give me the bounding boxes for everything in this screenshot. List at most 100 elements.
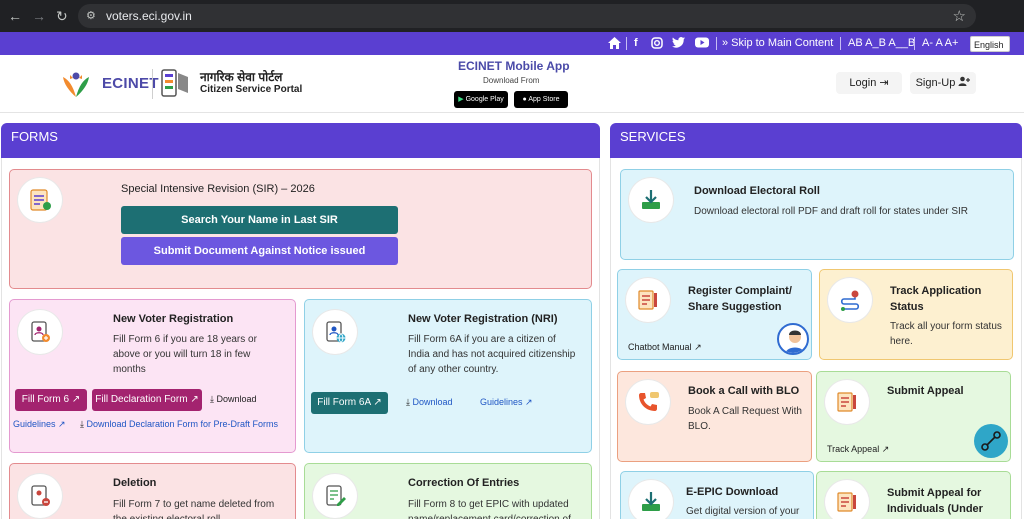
url-text: voters.eci.gov.in <box>106 9 192 23</box>
login-button[interactable]: Login ⇥ <box>836 72 902 94</box>
fill-form-6a-label: Fill Form 6A <box>317 397 371 408</box>
language-select[interactable]: English ▾ <box>970 36 1010 66</box>
arrow-up-right-icon: ↗ <box>190 394 199 405</box>
form-6a-guidelines-link[interactable]: Guidelines ↗ <box>480 397 533 408</box>
sir-document-icon <box>18 178 62 222</box>
book-call-blo-card[interactable]: Book a Call with BLO Book A Call Request… <box>617 371 812 462</box>
search-name-last-sir-button[interactable]: Search Your Name in Last SIR <box>121 206 398 234</box>
correction-form-icon <box>313 474 357 518</box>
divider <box>716 37 717 50</box>
services-panel-header: SERVICES <box>610 123 1022 158</box>
fill-form-6-button[interactable]: Fill Form 6 ↗ <box>15 389 87 411</box>
arrow-up-right-icon: ↗ <box>58 419 66 429</box>
back-icon[interactable]: ← <box>8 8 22 24</box>
facebook-icon[interactable]: f <box>634 37 638 50</box>
form-6-download-link[interactable]: ⤓ Download <box>210 394 257 405</box>
google-play-label: Google Play <box>465 96 504 103</box>
voter-mitra-badge-text: How can I help? Voter Mitra <box>779 325 780 326</box>
forms-heading: FORMS <box>11 129 58 144</box>
signup-label: Sign-Up <box>915 77 956 89</box>
sir-card: Special Intensive Revision (SIR) – 2026 … <box>9 169 592 289</box>
download-label: Download <box>216 394 257 404</box>
download-icon: ⤓ <box>210 394 214 404</box>
twitter-icon[interactable] <box>672 37 685 52</box>
track-appeal-link[interactable]: Track Appeal ↗ <box>827 444 889 455</box>
app-store-button[interactable]: ● App Store <box>514 91 568 108</box>
services-heading: SERVICES <box>620 129 686 144</box>
sir-title: Special Intensive Revision (SIR) – 2026 <box>121 183 315 195</box>
voter-mitra-chatbot-button[interactable]: How can I help? Voter Mitra <box>777 323 809 355</box>
brand-name: ECINET <box>102 75 159 92</box>
text-spacing-controls[interactable]: AB A_B A__B <box>848 37 915 50</box>
deletion-desc: Fill Form 7 to get name deleted from the… <box>113 499 275 519</box>
reload-icon[interactable]: ↻ <box>56 8 68 24</box>
mobile-app-title: ECINET Mobile App <box>458 59 570 73</box>
download-electoral-roll-card[interactable]: Download Electoral Roll Download elector… <box>620 169 1014 260</box>
submit-appeal-card[interactable]: Submit Appeal Track Appeal ↗ <box>816 371 1011 462</box>
site-info-icon[interactable]: ⚙ <box>86 9 100 23</box>
download-roll-desc: Download electoral roll PDF and draft ro… <box>694 206 969 217</box>
e-epic-download-card[interactable]: E-EPIC Download Get digital version of y… <box>620 471 814 519</box>
download-from-label: Download From <box>483 76 540 85</box>
fill-declaration-form-button[interactable]: Fill Declaration Form ↗ <box>92 389 202 411</box>
forward-icon[interactable]: → <box>32 8 46 24</box>
fill-declaration-label: Fill Declaration Form <box>95 394 188 405</box>
form-6-guidelines-link[interactable]: Guidelines ↗ <box>13 419 66 430</box>
login-icon: ⇥ <box>879 77 889 89</box>
track-route-icon <box>828 278 872 322</box>
track-title: Track Application Status <box>890 285 982 313</box>
divider <box>840 37 841 50</box>
submit-appeal-individuals-card[interactable]: Submit Appeal for Individuals (Under <box>816 471 1011 519</box>
guidelines-label: Guidelines <box>13 419 56 429</box>
appeal-individuals-form-icon <box>825 480 869 519</box>
font-size-controls[interactable]: A- A A+ <box>922 37 958 50</box>
route-icon <box>981 431 1001 451</box>
e-epic-download-icon <box>629 480 673 519</box>
nri-title: New Voter Registration (NRI) <box>408 313 558 325</box>
form-6a-download-link[interactable]: ⤓ Download <box>406 397 453 408</box>
download-roll-title: Download Electoral Roll <box>694 185 820 197</box>
appeal-form-icon <box>825 380 869 424</box>
track-application-card[interactable]: Track Application Status Track all your … <box>819 269 1013 360</box>
login-label: Login <box>849 77 877 89</box>
declaration-download-label: Download Declaration Form for Pre-Draft … <box>86 419 279 429</box>
skip-to-main-link[interactable]: » Skip to Main Content <box>722 37 833 50</box>
appeal-individuals-title: Submit Appeal for Individuals (Under <box>887 487 983 515</box>
instagram-icon[interactable] <box>651 37 663 53</box>
signup-button[interactable]: Sign-Up <box>910 72 976 94</box>
evm-logo-icon <box>161 69 188 97</box>
voter-mitra-avatar-icon <box>785 330 805 353</box>
download-icon: ⤓ <box>80 419 84 429</box>
submit-document-button[interactable]: Submit Document Against Notice issued <box>121 237 398 265</box>
youtube-icon[interactable] <box>695 37 709 52</box>
home-icon[interactable] <box>608 37 621 53</box>
ecinet-logo-icon[interactable] <box>60 67 92 99</box>
e-epic-title: E-EPIC Download <box>686 486 779 498</box>
chatbot-manual-label: Chatbot Manual <box>628 342 692 352</box>
divider <box>914 37 915 50</box>
appeal-route-button[interactable] <box>974 424 1008 458</box>
google-play-button[interactable]: ▶ Google Play <box>454 91 508 108</box>
complaint-title: Register Complaint/ Share Suggestion <box>688 285 792 313</box>
deletion-card: Deletion Fill Form 7 to get name deleted… <box>9 463 296 519</box>
new-voter-desc: Fill Form 6 if you are 18 years or above… <box>113 334 257 375</box>
new-voter-title: New Voter Registration <box>113 313 234 325</box>
appeal-title: Submit Appeal <box>887 385 964 397</box>
chatbot-manual-link[interactable]: Chatbot Manual ↗ <box>628 342 702 353</box>
portal-name: Citizen Service Portal <box>200 84 303 95</box>
register-complaint-card[interactable]: Register Complaint/ Share Suggestion Cha… <box>617 269 812 360</box>
logo-divider <box>152 69 153 99</box>
blo-desc: Book A Call Request With BLO. <box>688 406 802 432</box>
blo-title: Book a Call with BLO <box>688 385 800 397</box>
correction-card: Correction Of Entries Fill Form 8 to get… <box>304 463 592 519</box>
fill-form-6a-button[interactable]: Fill Form 6A ↗ <box>311 392 388 414</box>
arrow-up-right-icon: ↗ <box>71 394 81 405</box>
arrow-up-right-icon: ↗ <box>881 444 890 454</box>
download-icon: ⤓ <box>406 397 410 407</box>
site-header: ECINET नागरिक सेवा पोर्टल Citizen Servic… <box>0 55 1024 113</box>
forms-panel-header: FORMS <box>1 123 600 158</box>
declaration-download-link[interactable]: ⤓ Download Declaration Form for Pre-Draf… <box>80 419 278 430</box>
address-bar[interactable]: ⚙ voters.eci.gov.in ☆ <box>78 4 976 28</box>
arrow-up-right-icon: ↗ <box>694 342 702 352</box>
bookmark-star-icon[interactable]: ☆ <box>953 7 966 25</box>
